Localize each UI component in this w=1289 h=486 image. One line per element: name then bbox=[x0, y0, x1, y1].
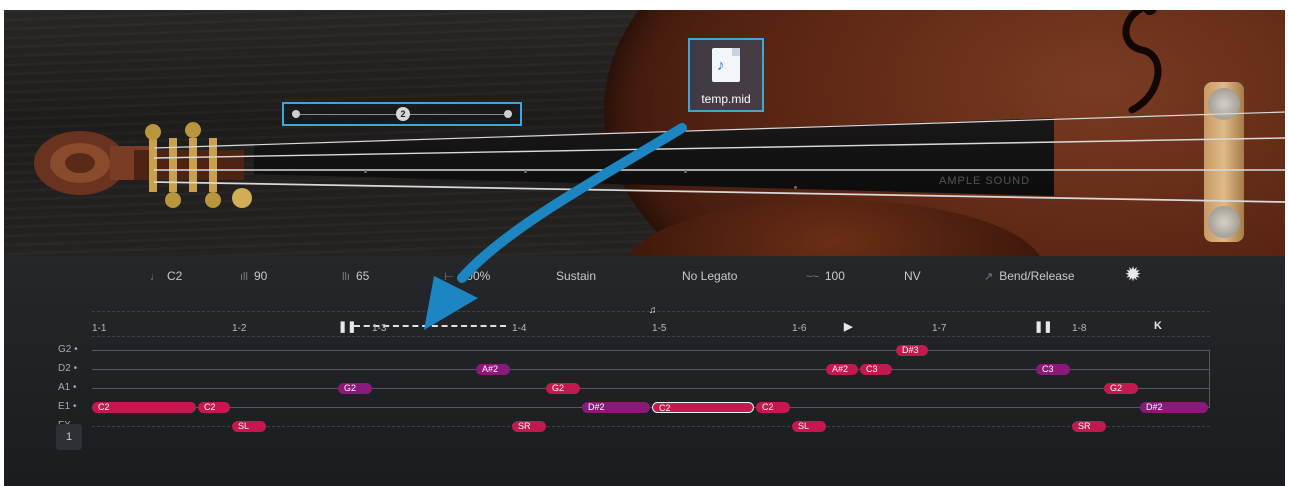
note-block[interactable]: C2 bbox=[92, 402, 196, 413]
slider-right-handle[interactable] bbox=[504, 110, 512, 118]
note-block[interactable]: C3 bbox=[860, 364, 892, 375]
param-bar: ♩ C2 ıll 90 llı 65 ⊢ 100% Sustain No Legato … bbox=[4, 256, 1285, 296]
note-block[interactable]: G2 bbox=[338, 383, 372, 394]
track-label-g2: G2 • bbox=[58, 344, 78, 355]
rewind-icon[interactable]: K bbox=[1154, 320, 1162, 332]
midi-file-desktop-icon[interactable]: ♪ temp.mid bbox=[688, 38, 764, 112]
nv-param[interactable]: NV bbox=[904, 269, 921, 283]
note-value: C2 bbox=[167, 269, 183, 283]
bar-label: 1-1 bbox=[92, 323, 107, 334]
doc-fold bbox=[732, 48, 740, 56]
velocity-value: 90 bbox=[253, 269, 268, 283]
lane-e1 bbox=[92, 407, 1210, 408]
settings-gear-icon[interactable]: ✹ bbox=[1122, 264, 1144, 286]
note-block[interactable]: C3 bbox=[1036, 364, 1070, 375]
bar-label: 1-8 bbox=[1072, 323, 1087, 334]
note-block[interactable]: D#3 bbox=[896, 345, 928, 356]
note-block[interactable]: C2 bbox=[198, 402, 230, 413]
velocity-bars-icon: ıll bbox=[240, 271, 248, 283]
instrument-view: AMPLE SOUND 2 ♪ temp.mid bbox=[4, 10, 1285, 256]
music-note-icon: ♪ bbox=[717, 57, 725, 74]
strings bbox=[153, 111, 1285, 203]
fx-block[interactable]: SL bbox=[232, 421, 266, 432]
bend-release-param[interactable]: ↗ Bend/Release bbox=[984, 269, 1075, 283]
pause-end-icon[interactable]: ❚❚ bbox=[1034, 320, 1052, 333]
length-value: 100% bbox=[459, 269, 491, 283]
note-block[interactable]: G2 bbox=[546, 383, 580, 394]
bar-label: 1-2 bbox=[232, 323, 247, 334]
capo-slider[interactable]: 2 bbox=[282, 102, 522, 126]
bar-label: 1-7 bbox=[932, 323, 947, 334]
value-param[interactable]: ~~ 100 bbox=[806, 269, 845, 283]
tempo-icon[interactable]: ♫ bbox=[649, 305, 657, 316]
legato-value: No Legato bbox=[682, 269, 738, 283]
lane-a1 bbox=[92, 388, 1210, 389]
note-block[interactable]: A#2 bbox=[476, 364, 510, 375]
app-window: AMPLE SOUND 2 ♪ temp.mid ♩ C2 ıll 90 llı 65… bbox=[4, 10, 1285, 486]
page-number-button[interactable]: 1 bbox=[56, 424, 82, 450]
slider-left-handle[interactable] bbox=[292, 110, 300, 118]
fret-marker bbox=[684, 170, 687, 173]
bar-label: 1-6 bbox=[792, 323, 807, 334]
track-label-a1: A1 • bbox=[58, 382, 77, 393]
articulation-value: Sustain bbox=[556, 269, 597, 283]
slider-value-knob[interactable]: 2 bbox=[396, 107, 410, 121]
fx-block[interactable]: SL bbox=[792, 421, 826, 432]
velocity-param[interactable]: ıll 90 bbox=[240, 269, 267, 283]
fx-block[interactable]: SR bbox=[1072, 421, 1106, 432]
bend-icon: ↗ bbox=[984, 271, 994, 283]
midi-file-icon: ♪ bbox=[712, 48, 740, 82]
sequencer-grid: ❚❚ ♫ ▶ ❚❚ K 1-1 1-2 1-3 1-4 1-5 1-6 1-7 … bbox=[4, 296, 1285, 486]
articulation-param[interactable]: Sustain bbox=[556, 269, 596, 283]
grid-end-line bbox=[1209, 350, 1210, 408]
note-block[interactable]: C2 bbox=[756, 402, 790, 413]
wave-icon: ~~ bbox=[806, 271, 819, 283]
play-icon[interactable]: ▶ bbox=[844, 320, 852, 333]
fret-marker bbox=[364, 170, 367, 173]
midi-file-name: temp.mid bbox=[701, 92, 751, 106]
lane-g2 bbox=[92, 350, 1210, 351]
note-block[interactable]: D#2 bbox=[582, 402, 650, 413]
release-velocity-param[interactable]: llı 65 bbox=[342, 269, 369, 283]
fret-marker bbox=[524, 170, 527, 173]
fret-marker bbox=[794, 186, 797, 189]
note-icon: ♩ bbox=[150, 271, 161, 283]
nv-value: NV bbox=[904, 269, 921, 283]
release-velocity-value: 65 bbox=[355, 269, 370, 283]
release-bars-icon: llı bbox=[342, 271, 350, 283]
logo-watermark: AMPLE SOUND bbox=[939, 175, 1031, 187]
bar-ruler-line bbox=[92, 336, 1210, 337]
bar-label: 1-5 bbox=[652, 323, 667, 334]
note-block[interactable]: D#2 bbox=[1140, 402, 1208, 413]
note-block[interactable]: A#2 bbox=[826, 364, 858, 375]
fx-block[interactable]: SR bbox=[512, 421, 546, 432]
length-icon: ⊢ bbox=[444, 271, 454, 283]
bar-label: 1-3 bbox=[372, 323, 387, 334]
pattern-editor: ♩ C2 ıll 90 llı 65 ⊢ 100% Sustain No Legato … bbox=[4, 256, 1285, 486]
note-param[interactable]: ♩ C2 bbox=[150, 269, 182, 283]
track-label-e1: E1 • bbox=[58, 401, 77, 412]
legato-param[interactable]: No Legato bbox=[682, 269, 737, 283]
length-param[interactable]: ⊢ 100% bbox=[444, 269, 490, 283]
track-label-d2: D2 • bbox=[58, 363, 78, 374]
bar-label: 1-4 bbox=[512, 323, 527, 334]
note-block-selected[interactable]: C2 bbox=[652, 402, 754, 413]
value-100: 100 bbox=[824, 269, 845, 283]
bend-release-value: Bend/Release bbox=[999, 269, 1075, 283]
note-block[interactable]: G2 bbox=[1104, 383, 1138, 394]
